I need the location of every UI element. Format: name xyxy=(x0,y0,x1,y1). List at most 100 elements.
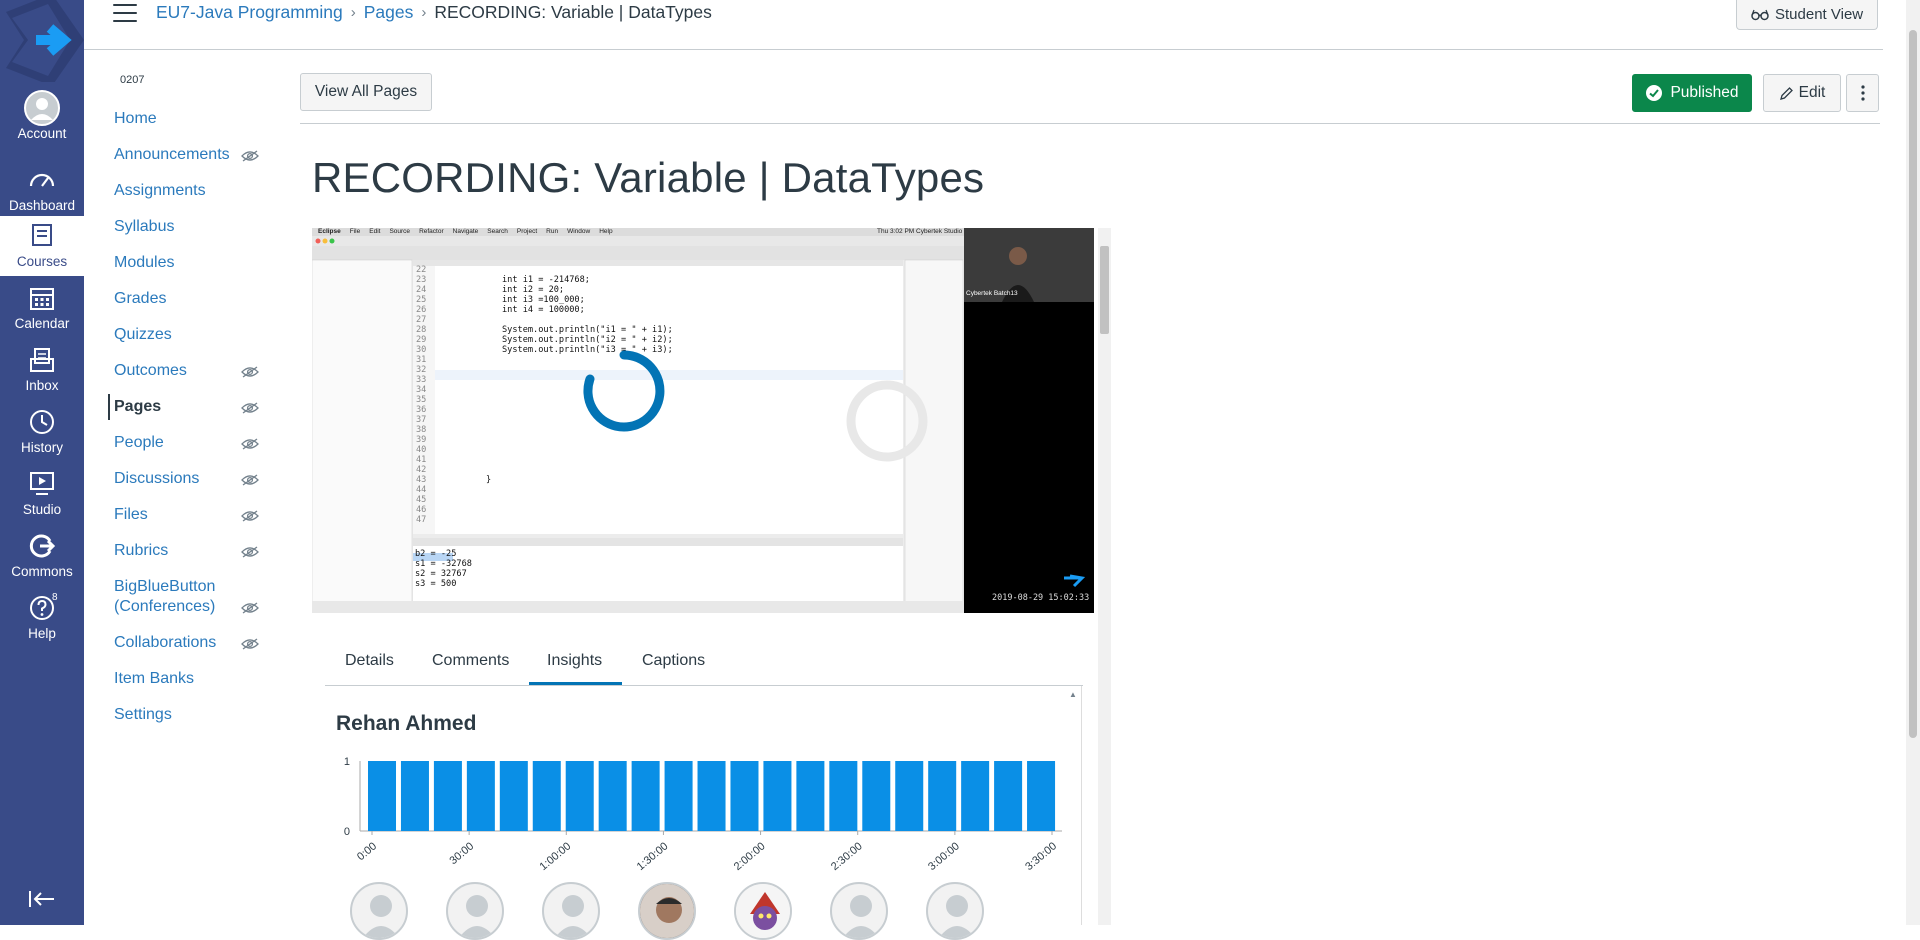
course-nav-discussions[interactable]: Discussions xyxy=(114,469,199,489)
breadcrumb-pages[interactable]: Pages xyxy=(364,2,414,23)
avatar[interactable] xyxy=(926,882,984,940)
chart-bar[interactable] xyxy=(631,761,660,831)
avatar[interactable] xyxy=(830,882,888,940)
x-tick-label: 3:30:00 xyxy=(1023,840,1059,873)
avatar[interactable] xyxy=(542,882,600,940)
code-line-text: int i3 =100_000; xyxy=(502,295,585,305)
nav-studio[interactable]: Studio xyxy=(0,468,84,528)
course-nav-rubrics[interactable]: Rubrics xyxy=(114,541,168,561)
code-line-number: 22 xyxy=(416,265,427,275)
more-options-button[interactable] xyxy=(1846,74,1879,112)
course-nav-collaborations[interactable]: Collaborations xyxy=(114,633,216,653)
dashboard-icon xyxy=(22,164,62,196)
code-line-text: int i2 = 20; xyxy=(502,285,565,295)
chart-bar[interactable] xyxy=(796,761,825,831)
panel-scroll-up-icon[interactable]: ▲ xyxy=(1069,690,1077,699)
course-nav-bigbluebutton[interactable]: BigBlueButton (Conferences) xyxy=(114,577,215,617)
chart-bar[interactable] xyxy=(697,761,726,831)
history-icon xyxy=(22,406,62,438)
edit-button[interactable]: Edit xyxy=(1763,74,1841,112)
chart-bar[interactable] xyxy=(466,761,495,831)
course-nav-pages[interactable]: Pages xyxy=(114,397,161,417)
chart-bar[interactable] xyxy=(368,761,397,831)
breadcrumb-current: RECORDING: Variable | DataTypes xyxy=(434,2,712,22)
chart-bar[interactable] xyxy=(928,761,957,831)
nav-help[interactable]: 8 Help xyxy=(0,592,84,652)
tab-insights[interactable]: Insights xyxy=(547,652,602,670)
hamburger-line xyxy=(113,20,137,22)
avatar[interactable] xyxy=(734,882,792,940)
course-nav-home[interactable]: Home xyxy=(114,109,157,129)
nav-history[interactable]: History xyxy=(0,406,84,466)
nav-courses[interactable]: Courses xyxy=(0,216,84,276)
tab-details[interactable]: Details xyxy=(345,652,394,670)
chart-bar[interactable] xyxy=(730,761,759,831)
course-nav-grades[interactable]: Grades xyxy=(114,289,166,309)
avatar[interactable] xyxy=(638,882,696,940)
chart-bar[interactable] xyxy=(1027,761,1056,831)
course-nav-syllabus[interactable]: Syllabus xyxy=(114,217,174,237)
code-line-number: 25 xyxy=(416,295,427,305)
course-nav-quizzes[interactable]: Quizzes xyxy=(114,325,172,345)
chart-bar[interactable] xyxy=(499,761,528,831)
video-menubar: Eclipse File Edit Source Refactor Navigate Sea… xyxy=(318,228,613,235)
chart-bar[interactable] xyxy=(598,761,627,831)
chart-bar[interactable] xyxy=(829,761,858,831)
nav-calendar[interactable]: Calendar xyxy=(0,282,84,342)
code-line-number: 26 xyxy=(416,305,427,315)
nav-account[interactable]: Account xyxy=(0,90,84,152)
hidden-eye-icon xyxy=(241,149,259,162)
tab-comments[interactable]: Comments xyxy=(432,652,509,670)
course-menu-toggle[interactable] xyxy=(113,4,137,26)
chart-bar[interactable] xyxy=(862,761,891,831)
x-tick-label: 1:30:00 xyxy=(635,840,671,873)
collapse-nav-icon[interactable] xyxy=(26,888,58,910)
course-nav-files[interactable]: Files xyxy=(114,505,148,525)
chart-bar[interactable] xyxy=(961,761,990,831)
course-nav-announcements[interactable]: Announcements xyxy=(114,145,230,165)
chart-bar[interactable] xyxy=(433,761,462,831)
nav-studio-label: Studio xyxy=(22,502,62,517)
student-view-button[interactable]: Student View xyxy=(1736,0,1879,30)
published-button[interactable]: Published xyxy=(1632,74,1752,112)
chart-bar[interactable] xyxy=(664,761,693,831)
video-scrollbar[interactable] xyxy=(1098,228,1111,925)
chart-bar[interactable] xyxy=(763,761,792,831)
breadcrumb-course[interactable]: EU7-Java Programming xyxy=(156,2,343,23)
global-navigation: Account Dashboard Courses Calendar Inbox… xyxy=(0,0,84,925)
video-menu-item: Run xyxy=(546,228,559,235)
nav-commons[interactable]: Commons xyxy=(0,530,84,590)
tab-captions[interactable]: Captions xyxy=(642,652,705,670)
nav-courses-label: Courses xyxy=(16,254,68,269)
scrollbar-thumb[interactable] xyxy=(1100,246,1109,334)
page-scrollbar[interactable] xyxy=(1906,0,1920,925)
course-nav-settings[interactable]: Settings xyxy=(114,705,172,725)
view-all-pages-button[interactable]: View All Pages xyxy=(300,73,432,111)
course-nav-item-banks[interactable]: Item Banks xyxy=(114,669,194,689)
video-menu-item: Eclipse xyxy=(318,228,341,235)
course-nav-people[interactable]: People xyxy=(114,433,164,453)
avatar[interactable] xyxy=(350,882,408,940)
course-nav-assignments[interactable]: Assignments xyxy=(114,181,206,201)
video-menu-item: Window xyxy=(567,228,591,235)
course-code: 0207 xyxy=(120,74,145,86)
page-scrollbar-thumb[interactable] xyxy=(1909,30,1917,738)
course-nav-outcomes[interactable]: Outcomes xyxy=(114,361,187,381)
hidden-eye-icon xyxy=(241,637,259,650)
chart-bar[interactable] xyxy=(565,761,594,831)
video-code-editor: 22 23 int i1 = -214768; 24 int i2 = 20; 25 int… xyxy=(416,266,673,526)
chart-bar[interactable] xyxy=(895,761,924,831)
nav-inbox[interactable]: Inbox xyxy=(0,344,84,404)
chart-bar[interactable] xyxy=(994,761,1023,831)
account-avatar-icon xyxy=(22,90,62,126)
video-player[interactable]: Eclipse File Edit Source Refactor Navigate Sea… xyxy=(312,228,1094,613)
nav-dashboard[interactable]: Dashboard xyxy=(0,164,84,224)
chart-bar[interactable] xyxy=(400,761,429,831)
course-nav-modules[interactable]: Modules xyxy=(114,253,174,273)
chart-bar[interactable] xyxy=(532,761,561,831)
avatar[interactable] xyxy=(446,882,504,940)
console-line: s1 = -32768 xyxy=(415,559,472,569)
canvas-logo-icon[interactable] xyxy=(0,0,84,82)
